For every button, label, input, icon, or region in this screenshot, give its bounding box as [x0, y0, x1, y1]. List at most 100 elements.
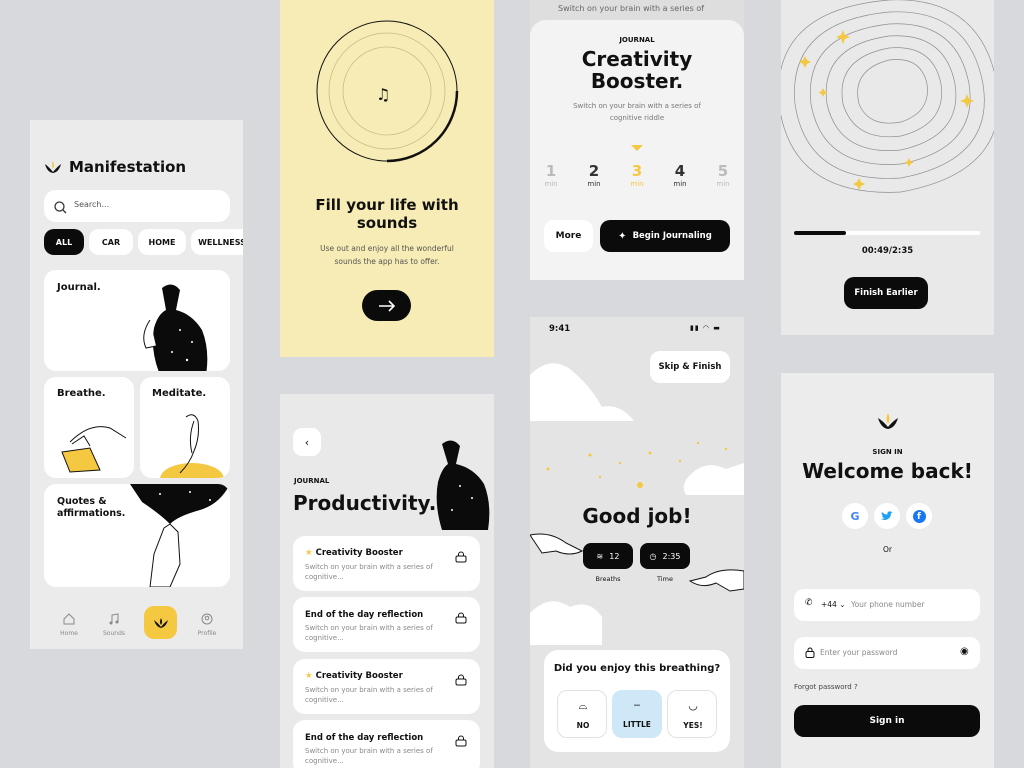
- feedback-yes-label: YES!: [683, 721, 703, 730]
- booster-sheet: JOURNAL Creativity Booster. Switch on yo…: [530, 20, 744, 280]
- logo-icon: [877, 413, 899, 435]
- list-item-title: ★ Creativity Booster: [305, 671, 403, 681]
- twitter-signin-button[interactable]: [874, 503, 900, 529]
- next-button[interactable]: [362, 290, 411, 321]
- time-label: Time: [657, 575, 673, 583]
- duration-3-num: 3: [631, 162, 643, 180]
- feedback-yes[interactable]: ◡ YES!: [667, 690, 717, 738]
- forgot-password-link[interactable]: Forgot password ?: [794, 683, 858, 691]
- filter-home[interactable]: HOME: [138, 229, 186, 255]
- duration-4-unit: min: [673, 180, 687, 188]
- lock-icon: [455, 548, 467, 567]
- booster-subtitle: Switch on your brain with a series of co…: [573, 102, 701, 122]
- phone-placeholder: Your phone number: [851, 600, 925, 609]
- card-quotes-label: Quotes & affirmations.: [57, 496, 126, 519]
- list-item-desc: Switch on your brain with a series of co…: [305, 624, 433, 642]
- begin-journaling-button[interactable]: ✦ Begin Journaling: [600, 220, 730, 252]
- person-illustration: [436, 440, 490, 530]
- finish-earlier-button[interactable]: Finish Earlier: [844, 277, 928, 309]
- search-placeholder: Search...: [74, 200, 110, 209]
- google-signin-button[interactable]: G: [842, 503, 868, 529]
- more-button[interactable]: More: [544, 220, 593, 252]
- sounds-title: Fill your life with sounds: [315, 196, 459, 232]
- feedback-little[interactable]: ‒ LITTLE: [612, 690, 662, 738]
- duration-5-unit: min: [716, 180, 730, 188]
- time-value: 2:35: [662, 551, 681, 561]
- filter-all[interactable]: ALL: [44, 229, 84, 255]
- nav-home[interactable]: Home: [57, 610, 81, 639]
- filter-wellness[interactable]: WELLNESS: [191, 229, 243, 255]
- or-divider: Or: [883, 545, 892, 554]
- topography-illustration: [781, 0, 994, 193]
- duration-4-num: 4: [674, 162, 686, 180]
- duration-1[interactable]: 1 min: [542, 162, 560, 188]
- clock-icon: ◷: [649, 551, 657, 561]
- chevron-down-icon: ⌄: [839, 600, 846, 609]
- search-input[interactable]: Search...: [44, 190, 230, 222]
- duration-2[interactable]: 2 min: [585, 162, 603, 188]
- duration-3[interactable]: 3 min: [628, 162, 646, 188]
- screen-sounds-onboarding: ♫ Fill your life with sounds Use out and…: [280, 0, 494, 357]
- list-item[interactable]: End of the day reflection Switch on your…: [293, 720, 480, 768]
- card-breathe-label: Breathe.: [57, 388, 106, 399]
- feedback-no[interactable]: ⌓ NO: [557, 690, 607, 738]
- duration-2-unit: min: [587, 180, 601, 188]
- star-icon: ★: [305, 548, 316, 558]
- eye-icon[interactable]: ◉: [960, 646, 969, 657]
- list-item[interactable]: ★ Creativity Booster Switch on your brai…: [293, 536, 480, 591]
- music-icon: [109, 613, 119, 625]
- card-journal[interactable]: Journal.: [44, 270, 230, 371]
- card-meditate-label: Meditate.: [152, 388, 207, 399]
- list-item-title: ★ Creativity Booster: [305, 548, 403, 558]
- sounds-subtitle: Use out and enjoy all the wonderful soun…: [320, 244, 454, 266]
- card-journal-label: Journal.: [57, 282, 101, 293]
- password-field[interactable]: Enter your password ◉: [794, 637, 980, 669]
- duration-1-num: 1: [545, 162, 557, 180]
- nav-meditate-button[interactable]: [144, 606, 177, 639]
- facebook-signin-button[interactable]: f: [906, 503, 932, 529]
- nav-profile[interactable]: Profile: [194, 610, 220, 639]
- status-icons: ▮▮ ◠ ▬: [690, 324, 721, 332]
- happy-face-icon: ◡: [688, 699, 698, 712]
- sparkle-icon: ✦: [618, 230, 627, 242]
- card-meditate[interactable]: Meditate.: [140, 377, 230, 478]
- country-code-select[interactable]: +44 ⌄: [821, 600, 846, 609]
- timer-readout: 00:49/2:35: [861, 246, 914, 256]
- breaths-value: 12: [609, 551, 620, 561]
- booster-title: Creativity Booster.: [581, 47, 693, 93]
- list-item-desc: Switch on your brain with a series of co…: [305, 563, 433, 581]
- nav-sounds[interactable]: Sounds: [100, 610, 128, 639]
- progress-track[interactable]: [794, 231, 980, 235]
- sign-in-button[interactable]: Sign in: [794, 705, 980, 737]
- facebook-icon: f: [912, 509, 926, 523]
- nav-profile-label: Profile: [197, 630, 217, 637]
- phone-field[interactable]: ✆ +44 ⌄ Your phone number: [794, 589, 980, 621]
- signin-kicker: SIGN IN: [872, 448, 903, 456]
- twitter-icon: [881, 511, 893, 520]
- list-item[interactable]: End of the day reflection Switch on your…: [293, 597, 480, 652]
- card-breathe[interactable]: Breathe.: [44, 377, 134, 478]
- sad-face-icon: ⌓: [578, 699, 588, 712]
- lock-icon: [455, 671, 467, 690]
- list-item[interactable]: ★ Creativity Booster Switch on your brai…: [293, 659, 480, 714]
- list-item-desc: Switch on your brain with a series of co…: [305, 686, 433, 704]
- logo-icon: [44, 160, 62, 179]
- duration-4[interactable]: 4 min: [671, 162, 689, 188]
- feedback-little-label: LITTLE: [623, 720, 651, 729]
- clouds-illustration: [530, 363, 744, 645]
- list-item-desc: Switch on your brain with a series of co…: [305, 747, 433, 765]
- phone-icon: ✆: [805, 598, 813, 608]
- progress-fill: [794, 231, 847, 235]
- filter-car[interactable]: CAR: [89, 229, 133, 255]
- back-button[interactable]: ‹: [293, 428, 321, 456]
- duration-1-unit: min: [544, 180, 558, 188]
- duration-5[interactable]: 5 min: [714, 162, 732, 188]
- svg-text:♫: ♫: [376, 85, 390, 104]
- card-quotes[interactable]: Quotes & affirmations.: [44, 484, 230, 587]
- welcome-title: Welcome back!: [802, 459, 973, 483]
- duration-3-unit: min: [630, 180, 644, 188]
- list-item-title: End of the day reflection: [305, 733, 424, 743]
- skip-finish-button[interactable]: Skip & Finish: [650, 351, 730, 383]
- productivity-kicker: JOURNAL: [294, 477, 330, 485]
- wind-icon: ≋: [596, 551, 604, 561]
